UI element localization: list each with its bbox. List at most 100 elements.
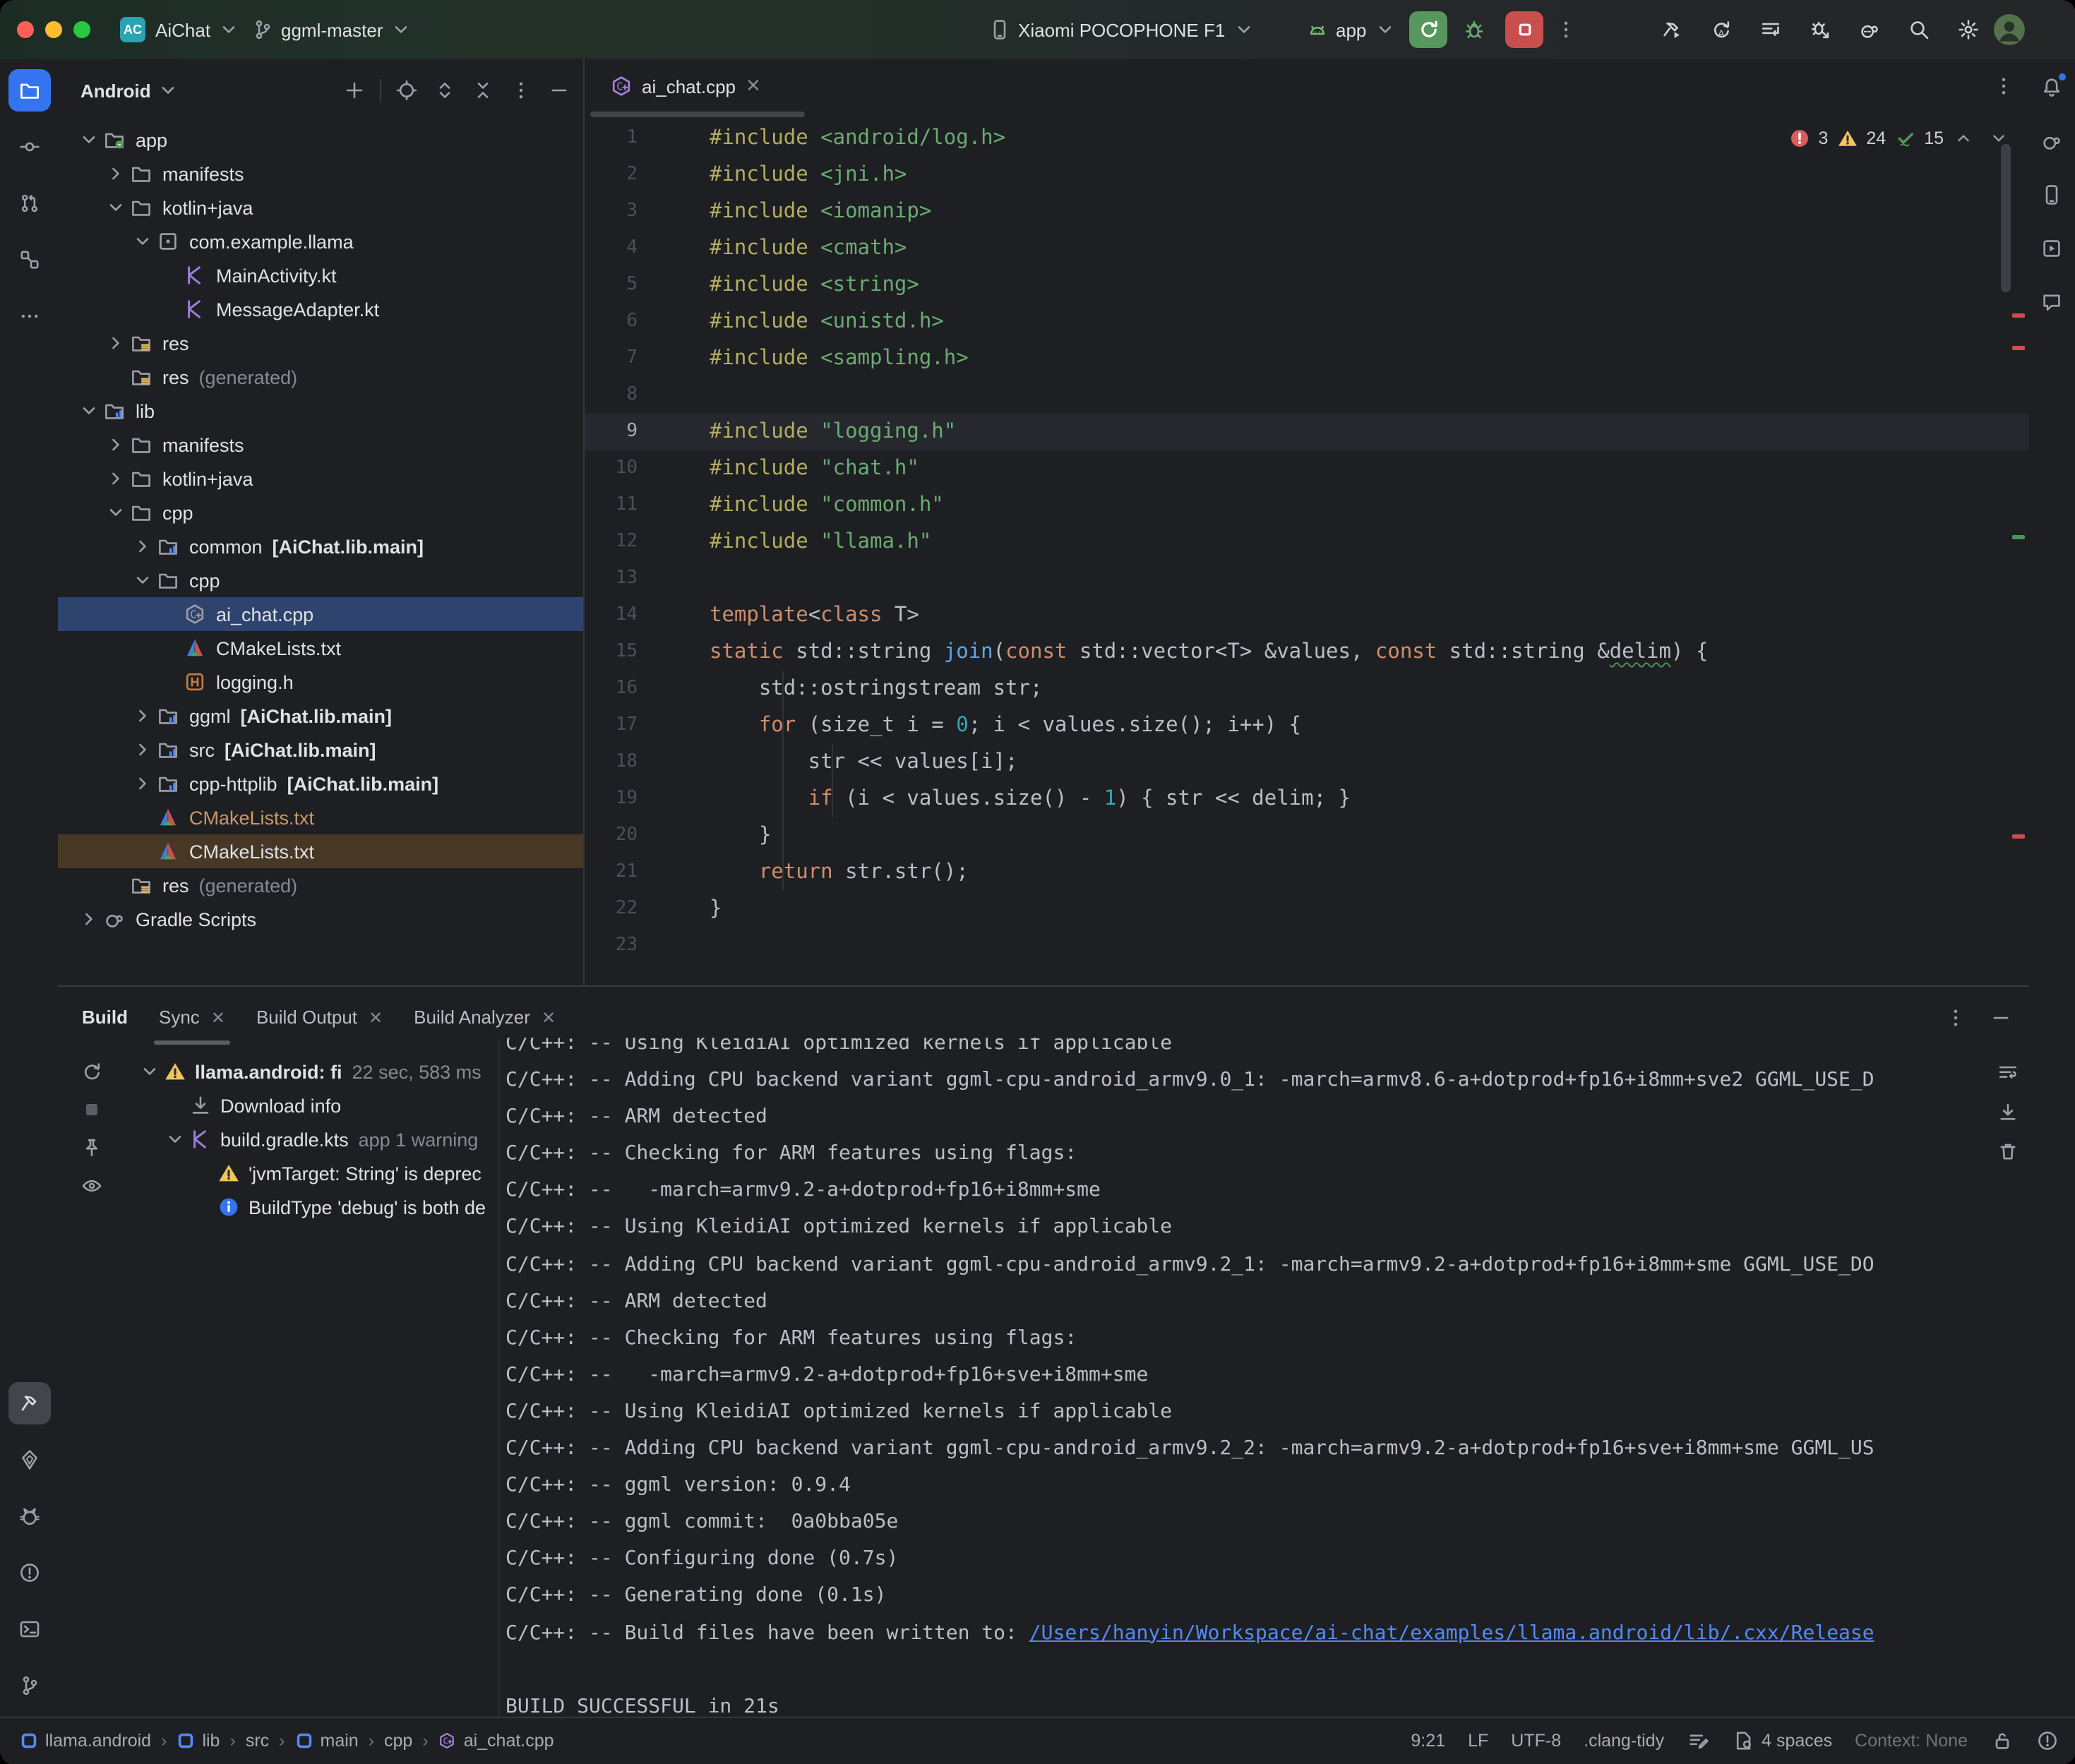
plus-icon[interactable] — [342, 78, 367, 103]
notifications-bell-icon[interactable] — [2033, 71, 2070, 104]
code-line-5[interactable]: 5 #include <string> — [584, 266, 2028, 303]
expand-all-icon[interactable] — [432, 78, 458, 103]
code-line-11[interactable]: 11 #include "common.h" — [584, 486, 2028, 523]
tree-item-kotlin-java[interactable]: kotlin+java — [58, 462, 583, 496]
soft-wrap-icon[interactable] — [1996, 1060, 2020, 1084]
tree-item-cmakelists-txt[interactable]: CMakeLists.txt — [58, 631, 583, 665]
error-stripe-mark[interactable] — [2011, 346, 2024, 350]
version-control-icon[interactable] — [8, 1664, 50, 1706]
code-line-14[interactable]: 14 template<class T> — [584, 596, 2028, 633]
code-line-6[interactable]: 6 #include <unistd.h> — [584, 303, 2028, 340]
build-tab-build-output[interactable]: Build Output✕ — [256, 987, 383, 1048]
editor-tab-ai-chat-cpp[interactable]: C ai_chat.cpp ✕ — [595, 59, 775, 113]
encoding-widget[interactable]: UTF-8 — [1511, 1731, 1561, 1751]
inspection-profile-icon[interactable] — [1687, 1729, 1709, 1752]
breadcrumb-main[interactable]: main — [295, 1731, 359, 1751]
build-output-link[interactable]: /Users/hanyin/Workspace/ai-chat/examples… — [1029, 1621, 1874, 1644]
attach-debugger-icon[interactable] — [1805, 16, 1834, 44]
settings-icon[interactable] — [1954, 16, 1982, 44]
zoom-window-button[interactable] — [73, 21, 90, 38]
code-line-3[interactable]: 3 #include <iomanip> — [584, 193, 2028, 229]
tree-item-gradle-scripts[interactable]: Gradle Scripts — [58, 902, 583, 936]
caret-position-widget[interactable]: 9:21 — [1411, 1731, 1445, 1751]
close-tab-icon[interactable]: ✕ — [369, 1007, 383, 1027]
close-window-button[interactable] — [17, 21, 34, 38]
structure-icon[interactable] — [8, 239, 50, 281]
tree-item-cmakelists-txt[interactable]: CMakeLists.txt — [58, 834, 583, 868]
build-run-icon[interactable] — [1657, 16, 1685, 44]
editor-scrollbar-thumb[interactable] — [2000, 144, 2010, 292]
code-line-19[interactable]: 19 if (i < values.size() - 1) { str << d… — [584, 780, 2028, 817]
running-devices-icon[interactable] — [2033, 232, 2070, 265]
problems-icon[interactable] — [8, 1551, 50, 1593]
notifications-status-icon[interactable] — [2035, 1729, 2058, 1752]
tree-item-common[interactable]: common[AiChat.lib.main] — [58, 529, 583, 563]
change-stripe-mark[interactable] — [2011, 535, 2024, 539]
project-view-selector[interactable]: Android — [80, 79, 179, 102]
search-everywhere-icon[interactable] — [1904, 16, 1932, 44]
build-tree-item-download-info[interactable]: Download info — [58, 1088, 498, 1122]
locate-icon[interactable] — [394, 78, 419, 103]
build-console[interactable]: C/C++: -- Using KleidiAI optimized kerne… — [498, 1038, 2028, 1717]
code-line-15[interactable]: 15 static std::string join(const std::ve… — [584, 633, 2028, 670]
code-line-10[interactable]: 10 #include "chat.h" — [584, 450, 2028, 486]
rerun-app-button[interactable] — [1409, 11, 1447, 48]
minimize-window-button[interactable] — [45, 21, 62, 38]
tree-item-src[interactable]: src[AiChat.lib.main] — [58, 733, 583, 767]
breadcrumb-ai-chat-cpp[interactable]: Cai_chat.cpp — [438, 1731, 554, 1751]
build-variants-icon[interactable] — [1756, 16, 1784, 44]
run-config-selector[interactable]: app — [1306, 0, 1396, 59]
code-line-21[interactable]: 21 return str.str(); — [584, 853, 2028, 890]
code-area[interactable]: 1 #include <android/log.h> 2 #include <j… — [584, 119, 2028, 985]
error-stripe-mark[interactable] — [2011, 834, 2024, 839]
code-line-20[interactable]: 20 } — [584, 817, 2028, 853]
build-tab-sync[interactable]: Sync✕ — [159, 987, 225, 1048]
tree-item-res[interactable]: res(generated) — [58, 360, 583, 394]
editor-options-kebab-icon[interactable] — [1992, 75, 2014, 97]
hide-panel-icon[interactable] — [1989, 1006, 2011, 1028]
assistant-icon[interactable] — [2033, 285, 2070, 319]
code-line-23[interactable]: 23 — [584, 927, 2028, 964]
stop-app-button[interactable] — [1505, 11, 1543, 48]
code-style-widget[interactable]: .clang-tidy — [1584, 1731, 1664, 1751]
tree-item-cpp[interactable]: cpp — [58, 496, 583, 529]
close-tab-icon[interactable]: ✕ — [542, 1007, 556, 1027]
build-options-kebab-icon[interactable] — [1944, 1006, 1966, 1028]
code-line-7[interactable]: 7 #include <sampling.h> — [584, 340, 2028, 376]
breadcrumb-src[interactable]: src — [246, 1731, 269, 1751]
tree-item-ai-chat-cpp[interactable]: C ai_chat.cpp — [58, 597, 583, 631]
breadcrumb-llama-android[interactable]: llama.android — [20, 1731, 151, 1751]
gradle-sync-icon[interactable] — [1855, 16, 1883, 44]
kebab-icon[interactable] — [508, 78, 534, 103]
avatar[interactable] — [1993, 14, 2024, 45]
build-tree-item-jvmtarget-string-is-deprec[interactable]: 'jvmTarget: String' is deprec — [58, 1156, 498, 1190]
code-line-18[interactable]: 18 str << values[i]; — [584, 743, 2028, 780]
indentation-widget[interactable]: 4 spaces — [1732, 1729, 1832, 1752]
window-controls[interactable] — [17, 21, 90, 38]
close-tab-icon[interactable]: ✕ — [746, 75, 761, 97]
tree-item-lib[interactable]: lib — [58, 394, 583, 428]
context-widget[interactable]: Context: None — [1855, 1731, 1968, 1751]
tree-item-res[interactable]: res — [58, 326, 583, 360]
debug-app-button[interactable] — [1463, 0, 1485, 59]
run-more-menu[interactable] — [1555, 0, 1577, 59]
project-folder-icon[interactable] — [8, 69, 50, 112]
tree-item-mainactivity-kt[interactable]: MainActivity.kt — [58, 258, 583, 292]
build-tree-item-build-gradle-kts[interactable]: build.gradle.ktsapp 1 warning — [58, 1122, 498, 1156]
tree-item-cpp[interactable]: cpp — [58, 563, 583, 597]
tree-item-ggml[interactable]: ggml[AiChat.lib.main] — [58, 699, 583, 733]
device-explorer-icon[interactable] — [2033, 178, 2070, 212]
clear-all-icon[interactable] — [1996, 1139, 2020, 1163]
tree-item-logging-h[interactable]: logging.h — [58, 665, 583, 699]
line-separator-widget[interactable]: LF — [1468, 1731, 1488, 1751]
code-line-12[interactable]: 12 #include "llama.h" — [584, 523, 2028, 560]
code-line-1[interactable]: 1 #include <android/log.h> — [584, 119, 2028, 156]
error-stripe-mark[interactable] — [2011, 313, 2024, 318]
tree-item-manifests[interactable]: manifests — [58, 428, 583, 462]
tree-item-app[interactable]: app — [58, 123, 583, 157]
hide-icon[interactable] — [546, 78, 572, 103]
terminal-icon[interactable] — [8, 1607, 50, 1650]
gradle-icon[interactable] — [2033, 124, 2070, 158]
breadcrumb-lib[interactable]: lib — [177, 1731, 220, 1751]
code-line-22[interactable]: 22 } — [584, 890, 2028, 927]
